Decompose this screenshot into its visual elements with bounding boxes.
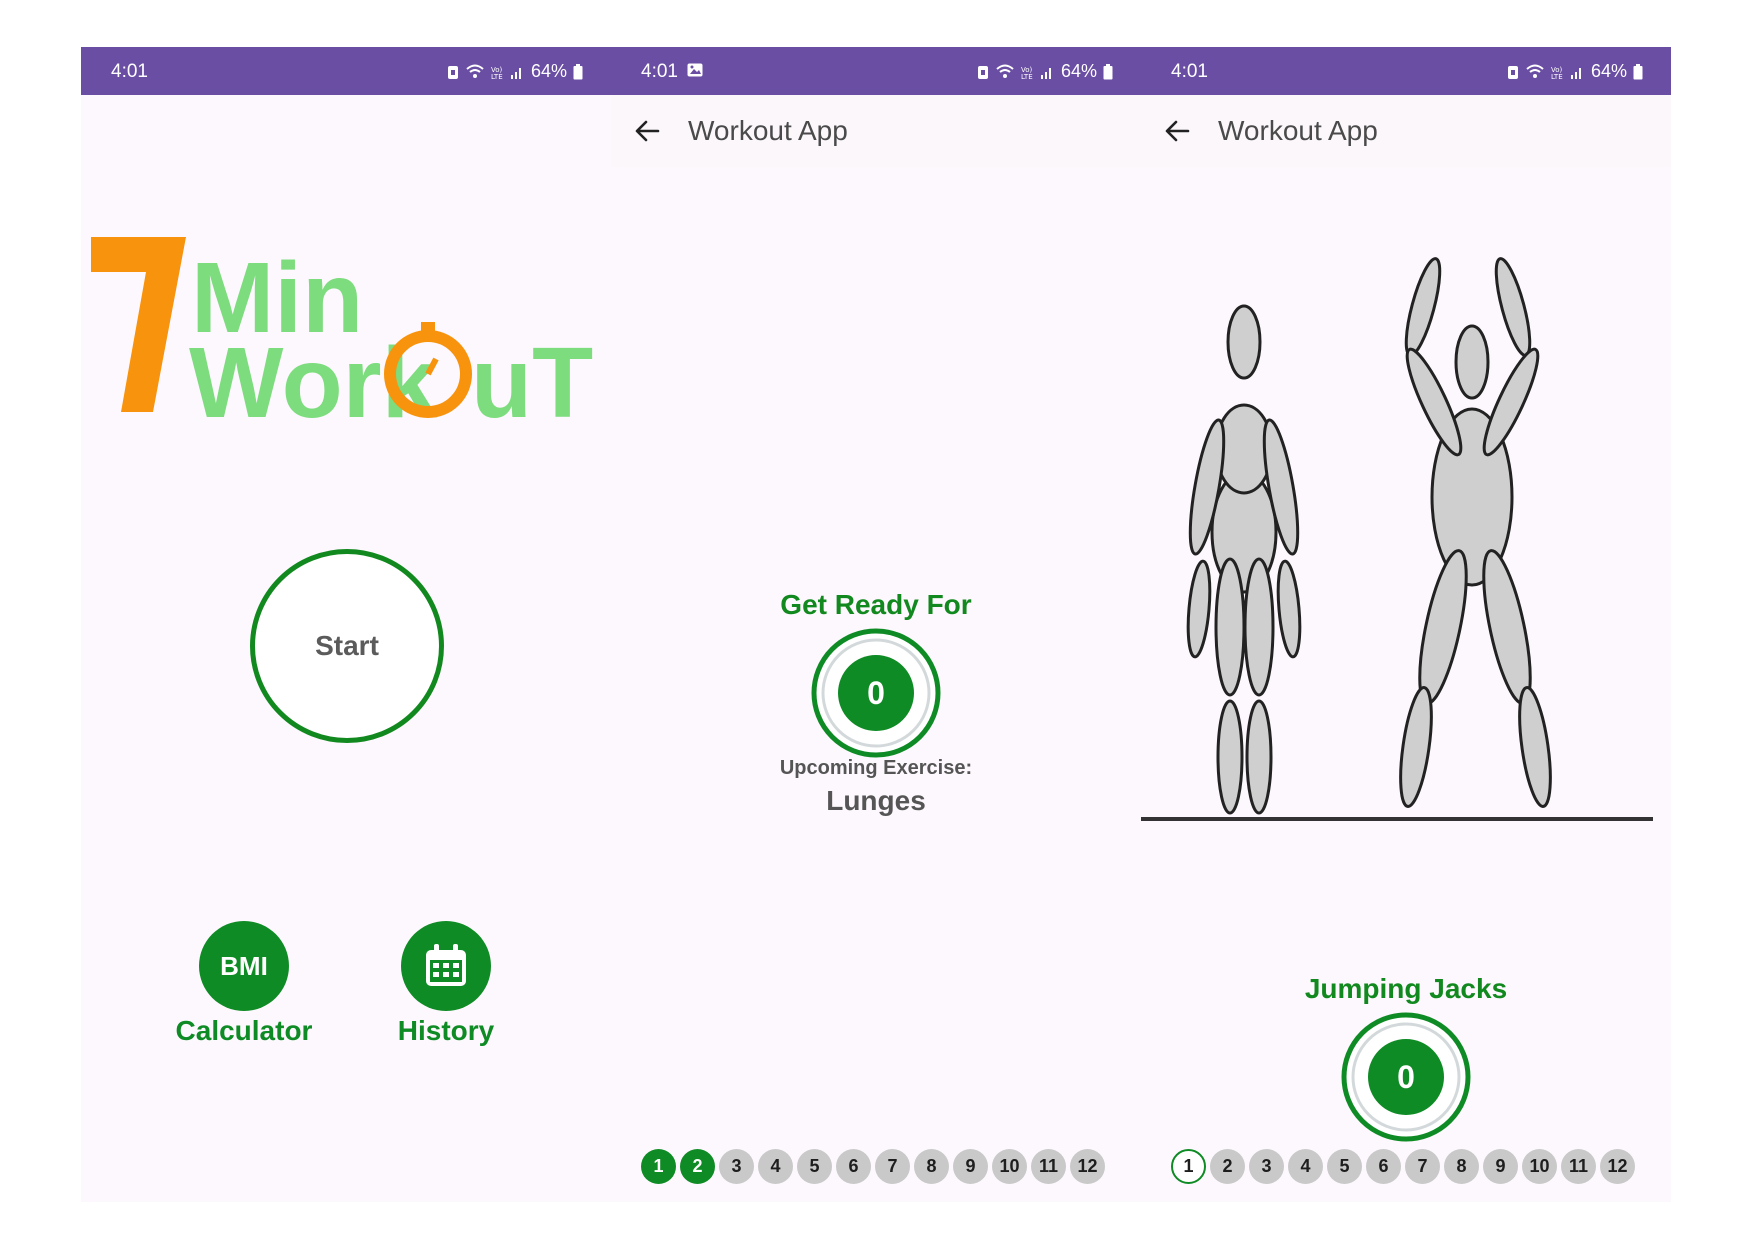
- app-title: Workout App: [688, 115, 848, 146]
- status-icons: Vo) LTE 64%: [447, 61, 583, 82]
- signal-icon: Vo)LTE: [491, 66, 521, 80]
- progress-dot: 2: [680, 1149, 715, 1184]
- timer-value: 0: [867, 674, 885, 711]
- app-bar: Workout App: [1141, 95, 1671, 167]
- logo-line2-b: uT: [471, 327, 593, 427]
- progress-dot: 9: [1483, 1149, 1518, 1184]
- status-time: 4:01: [1171, 61, 1208, 82]
- battery-icon: [1633, 63, 1643, 79]
- app-title: Workout App: [1218, 115, 1378, 146]
- back-arrow-icon[interactable]: [633, 117, 661, 145]
- status-icons: Vo) LTE 64%: [1507, 61, 1643, 82]
- progress-dot: 10: [1522, 1149, 1557, 1184]
- progress-dot: 1: [641, 1149, 676, 1184]
- get-ready-label: Get Ready For: [780, 589, 972, 620]
- app-bar: Workout App: [611, 95, 1141, 167]
- battery-percent: 64%: [530, 61, 567, 81]
- history-button[interactable]: [401, 921, 491, 1011]
- wifi-icon: [1526, 64, 1544, 78]
- lock-icon: [1507, 65, 1518, 79]
- signal-icon: Vo)LTE: [1021, 66, 1051, 80]
- gallery-icon: [687, 63, 703, 77]
- rest-timer: 0: [810, 627, 942, 759]
- calendar-icon: [426, 944, 466, 986]
- progress-dot: 3: [1249, 1149, 1284, 1184]
- wifi-icon: [996, 64, 1014, 78]
- signal-icon: Vo)LTE: [1551, 66, 1581, 80]
- progress-dot: 9: [953, 1149, 988, 1184]
- battery-icon: [573, 63, 583, 79]
- upcoming-exercise-name: Lunges: [826, 785, 926, 816]
- progress-dot: 4: [758, 1149, 793, 1184]
- svg-text:LTE: LTE: [491, 73, 503, 80]
- progress-dot: 7: [1405, 1149, 1440, 1184]
- progress-dot: 8: [1444, 1149, 1479, 1184]
- svg-text:LTE: LTE: [1551, 73, 1563, 80]
- progress-dot: 12: [1600, 1149, 1635, 1184]
- exercise-screen: 4:01 Vo) LTE 64% Workout App Jumping Jac…: [1141, 47, 1671, 1202]
- progress-dot: 5: [797, 1149, 832, 1184]
- progress-dot: 1: [1171, 1149, 1206, 1184]
- lock-icon: [977, 65, 988, 79]
- progress-dot: 4: [1288, 1149, 1323, 1184]
- progress-dot: 10: [992, 1149, 1027, 1184]
- rest-screen: 4:01 Vo) LTE 64% Workout App Get Ready Fo…: [611, 47, 1141, 1202]
- progress-dot: 11: [1561, 1149, 1596, 1184]
- exercise-progress: 1 2 3 4 5 6 7 8 9 10 11 12: [641, 1149, 1105, 1184]
- back-arrow-icon[interactable]: [1163, 117, 1191, 145]
- exercise-illustration: [1141, 257, 1653, 821]
- progress-dot: 11: [1031, 1149, 1066, 1184]
- start-button[interactable]: Start: [250, 549, 444, 743]
- status-time: 4:01: [111, 61, 148, 82]
- home-screen: 4:01 Vo) LTE 64% Min Work uT Start BMI Ca…: [81, 47, 611, 1202]
- progress-dot: 7: [875, 1149, 910, 1184]
- status-bar: 4:01 Vo) LTE 64%: [1141, 47, 1671, 95]
- status-bar: 4:01 Vo) LTE 64%: [81, 47, 611, 95]
- lock-icon: [447, 65, 458, 79]
- progress-dot: 6: [836, 1149, 871, 1184]
- exercise-name: Jumping Jacks: [1304, 973, 1508, 1004]
- exercise-timer: 0: [1340, 1011, 1472, 1143]
- app-logo: Min Work uT: [91, 237, 593, 427]
- progress-dot: 6: [1366, 1149, 1401, 1184]
- history-caption[interactable]: History: [346, 1015, 546, 1047]
- battery-percent: 64%: [1060, 61, 1097, 81]
- battery-icon: [1103, 63, 1113, 79]
- progress-dot: 3: [719, 1149, 754, 1184]
- status-time: 4:01: [641, 61, 678, 82]
- exercise-progress: 1 2 3 4 5 6 7 8 9 10 11 12: [1171, 1149, 1635, 1184]
- progress-dot: 5: [1327, 1149, 1362, 1184]
- bmi-caption[interactable]: Calculator: [144, 1015, 344, 1047]
- svg-text:LTE: LTE: [1021, 73, 1033, 80]
- status-bar: 4:01 Vo) LTE 64%: [611, 47, 1141, 95]
- timer-value: 0: [1397, 1058, 1415, 1095]
- upcoming-label: Upcoming Exercise:: [779, 757, 973, 779]
- progress-dot: 2: [1210, 1149, 1245, 1184]
- progress-dot: 12: [1070, 1149, 1105, 1184]
- progress-dot: 8: [914, 1149, 949, 1184]
- wifi-icon: [466, 64, 484, 78]
- battery-percent: 64%: [1590, 61, 1627, 81]
- status-icons: Vo) LTE 64%: [977, 61, 1113, 82]
- bmi-button[interactable]: BMI: [199, 921, 289, 1011]
